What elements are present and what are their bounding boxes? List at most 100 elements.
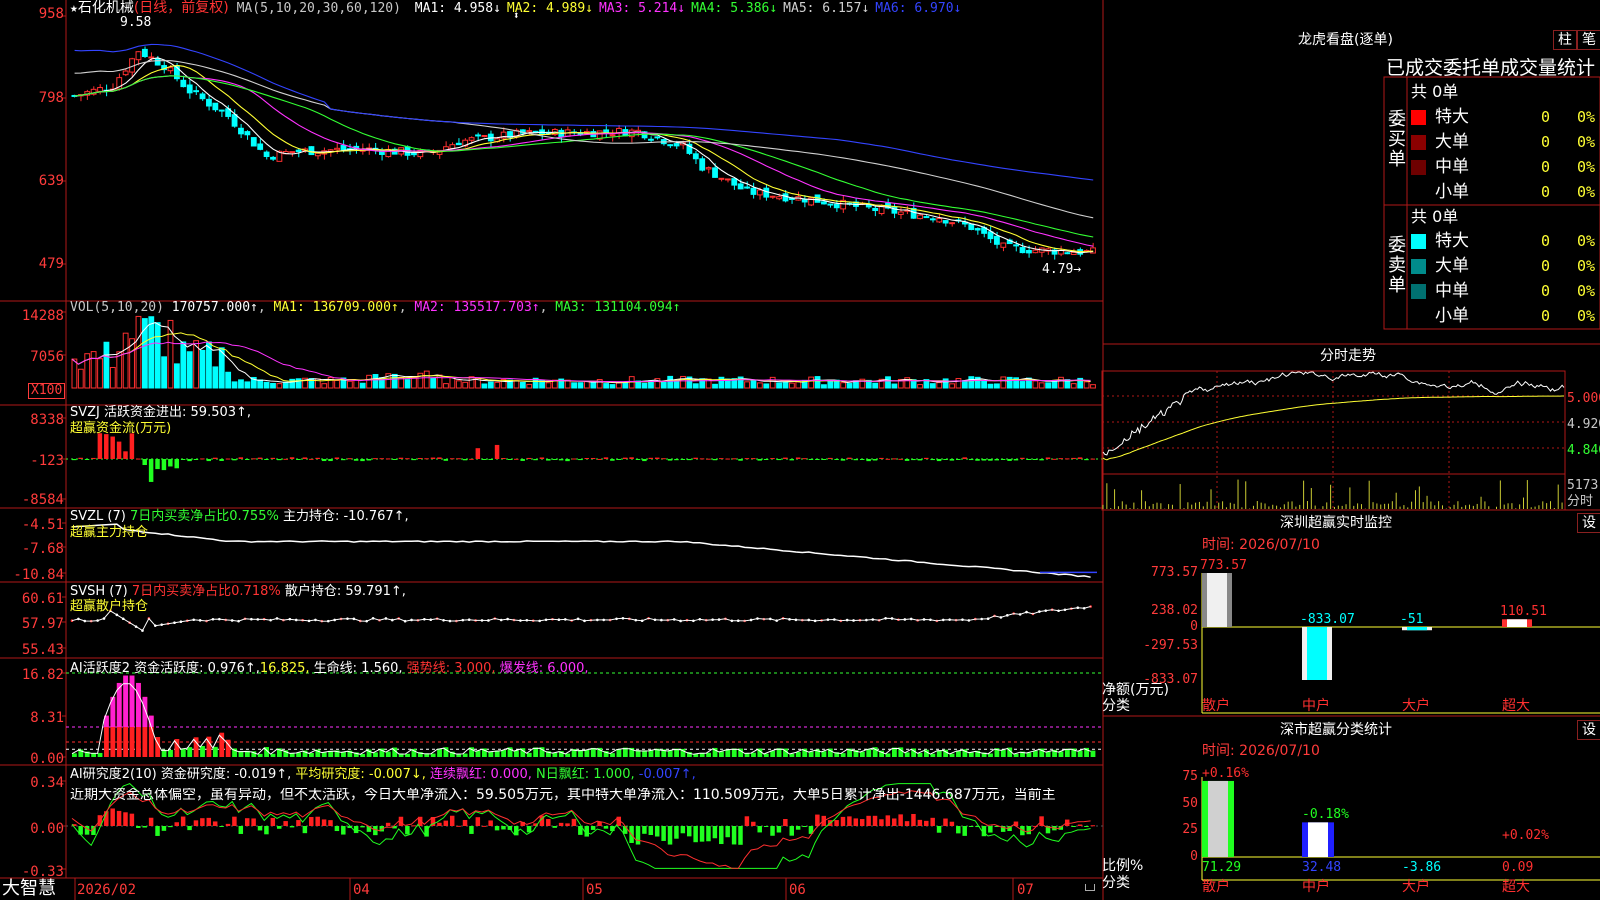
volume-bar bbox=[917, 384, 923, 389]
flow-bar bbox=[840, 459, 846, 461]
research-bar bbox=[161, 826, 167, 831]
volume-bar bbox=[404, 379, 411, 389]
volume-bar bbox=[885, 376, 891, 389]
research-bar bbox=[699, 826, 705, 842]
research-bar bbox=[603, 826, 609, 829]
activity-burst-bar bbox=[129, 675, 135, 728]
activity-burst-bar bbox=[136, 682, 141, 728]
stock-name[interactable]: 石化机械 bbox=[78, 0, 134, 16]
flow-bar bbox=[687, 459, 692, 461]
svzl-chart bbox=[71, 523, 1097, 578]
main-force-line bbox=[71, 523, 1091, 578]
lock-icon[interactable] bbox=[1085, 884, 1095, 891]
candle-body bbox=[481, 135, 488, 138]
stats-change-label: -0.18% bbox=[1302, 807, 1349, 823]
retail-line bbox=[71, 606, 1091, 632]
volume-bar bbox=[827, 380, 834, 389]
candle-body bbox=[654, 136, 661, 139]
stats-settings-button[interactable]: 设 bbox=[1577, 720, 1600, 740]
research-bar bbox=[988, 826, 993, 833]
volume-bar bbox=[449, 377, 456, 389]
flow-bar bbox=[911, 459, 916, 461]
ai2-tick: 0.34 bbox=[30, 775, 64, 791]
flow-bar bbox=[148, 459, 154, 482]
order-type: 小单 bbox=[1435, 182, 1469, 202]
legend-swatch bbox=[1411, 110, 1426, 125]
x-tick-label: 06 bbox=[789, 882, 806, 898]
research-bar bbox=[200, 818, 205, 826]
research-bar bbox=[462, 819, 468, 826]
flow-bar bbox=[731, 458, 737, 460]
research-bar bbox=[558, 822, 564, 826]
research-bar bbox=[680, 826, 686, 834]
pen-mode-button[interactable]: 笔 bbox=[1577, 30, 1600, 50]
volume-bar bbox=[97, 358, 103, 389]
flow-bar bbox=[488, 459, 493, 460]
flow-bar bbox=[866, 459, 871, 462]
activity-burst-bar bbox=[142, 696, 148, 728]
research-bar bbox=[411, 825, 417, 827]
flow-bar bbox=[629, 457, 634, 459]
flow-bar bbox=[622, 457, 628, 459]
flow-bar bbox=[539, 457, 545, 459]
flow-bar bbox=[847, 457, 852, 459]
research-bar bbox=[648, 826, 654, 836]
activity-bar bbox=[437, 748, 442, 757]
volume-ma-line bbox=[71, 332, 1091, 383]
activity-bar bbox=[648, 750, 654, 757]
favorite-star-icon[interactable]: ★ bbox=[70, 1, 78, 16]
candle-body bbox=[154, 58, 161, 66]
flow-bar bbox=[462, 459, 468, 461]
flow-bar bbox=[91, 457, 96, 459]
flow-bar bbox=[1032, 459, 1038, 460]
candle-body bbox=[238, 127, 244, 135]
svsh-tick: 55.43 bbox=[21, 642, 64, 658]
monitor-value-label: 773.57 bbox=[1200, 558, 1247, 573]
candle-body bbox=[180, 79, 187, 88]
monitor-settings-button[interactable]: 设 bbox=[1577, 513, 1600, 533]
research-bar bbox=[437, 822, 442, 826]
flow-bar bbox=[853, 459, 859, 461]
flow-bar bbox=[302, 457, 308, 459]
flow-bar bbox=[449, 458, 455, 460]
activity-bar bbox=[501, 749, 507, 757]
candle-body bbox=[526, 130, 533, 133]
bar-mode-button[interactable]: 柱 bbox=[1553, 30, 1577, 50]
candle-body bbox=[917, 214, 923, 220]
flow-bar bbox=[193, 459, 199, 460]
candle-body bbox=[782, 193, 789, 202]
flow-bar bbox=[584, 457, 589, 459]
flow-bar bbox=[360, 459, 365, 462]
volume-bar bbox=[430, 377, 437, 389]
activity-bar bbox=[533, 747, 539, 757]
volume-bar bbox=[814, 376, 821, 389]
legend-swatch bbox=[1411, 234, 1426, 249]
flow-bar bbox=[693, 457, 698, 459]
candle-body bbox=[475, 134, 481, 137]
flow-bar bbox=[1039, 459, 1044, 461]
ai2-tick: 0.00 bbox=[30, 821, 64, 837]
flow-bar bbox=[232, 459, 237, 461]
flow-bar bbox=[936, 459, 942, 462]
flow-bar bbox=[264, 459, 269, 460]
research-bar bbox=[449, 815, 455, 826]
flow-bar bbox=[558, 459, 564, 461]
candle-body bbox=[974, 228, 981, 231]
candle-body bbox=[455, 142, 462, 146]
flow-bar bbox=[706, 458, 711, 460]
volume-bar bbox=[1019, 381, 1026, 389]
research-bar bbox=[795, 826, 801, 830]
research-bar bbox=[706, 826, 711, 842]
period-label[interactable]: (日线，前复权) bbox=[134, 0, 229, 16]
activity-bar bbox=[751, 752, 756, 757]
candle-body bbox=[257, 143, 264, 150]
candle-body bbox=[1070, 251, 1077, 255]
research-bar bbox=[783, 818, 788, 826]
order-count: 0 bbox=[1541, 108, 1551, 126]
flow-bar bbox=[699, 458, 705, 460]
activity-bar bbox=[988, 753, 993, 757]
flow-bar bbox=[1052, 458, 1057, 460]
volume-bar bbox=[981, 380, 987, 389]
stats-change-label: +0.02% bbox=[1502, 828, 1549, 843]
flow-bar bbox=[174, 459, 179, 469]
